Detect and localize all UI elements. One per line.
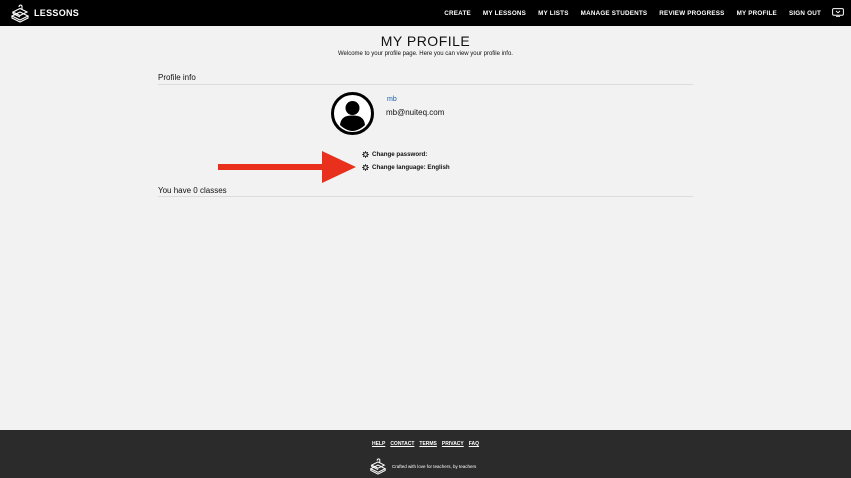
gear-icon: [362, 164, 369, 171]
nav-my-lists[interactable]: MY LISTS: [538, 10, 569, 17]
footer-link-terms[interactable]: TERMS: [419, 441, 437, 447]
change-language-label: Change language: English: [372, 164, 450, 171]
footer-links: HELP CONTACT TERMS PRIVACY FAQ: [0, 441, 851, 447]
divider: [158, 84, 693, 85]
books-logo-icon: [10, 4, 30, 23]
change-password-link[interactable]: Change password:: [362, 151, 427, 158]
tv-icon[interactable]: [832, 8, 844, 17]
footer-brand: Crafted with love for teachers, by teach…: [368, 457, 476, 475]
divider: [158, 196, 693, 197]
footer-link-privacy[interactable]: PRIVACY: [442, 441, 464, 447]
logo-text: LESSONS: [34, 8, 80, 18]
logo[interactable]: LESSONS: [10, 3, 79, 23]
footer-link-help[interactable]: HELP: [372, 441, 385, 447]
nav-my-profile[interactable]: MY PROFILE: [737, 10, 777, 17]
nav-manage-students[interactable]: MANAGE STUDENTS: [581, 10, 648, 17]
nav-sign-out[interactable]: SIGN OUT: [789, 10, 821, 17]
nav-my-lessons[interactable]: MY LESSONS: [483, 10, 526, 17]
footer-link-contact[interactable]: CONTACT: [390, 441, 414, 447]
nav-review-progress[interactable]: REVIEW PROGRESS: [659, 10, 724, 17]
change-language-link[interactable]: Change language: English: [362, 164, 450, 171]
top-navigation-bar: LESSONS CREATE MY LESSONS MY LISTS MANAG…: [0, 0, 851, 26]
nav-create[interactable]: CREATE: [444, 10, 471, 17]
books-logo-icon: [369, 458, 387, 475]
main-nav: CREATE MY LESSONS MY LISTS MANAGE STUDEN…: [432, 0, 821, 26]
profile-info-heading: Profile info: [158, 73, 196, 82]
gear-icon: [362, 151, 369, 158]
classes-count-heading: You have 0 classes: [158, 186, 227, 195]
profile-username[interactable]: mb: [387, 96, 397, 103]
footer-link-faq[interactable]: FAQ: [469, 441, 479, 447]
avatar: [331, 92, 374, 135]
red-arrow-annotation: [218, 151, 356, 183]
page-subtitle: Welcome to your profile page. Here you c…: [338, 51, 513, 57]
page-title: MY PROFILE: [380, 33, 471, 49]
change-password-label: Change password:: [372, 151, 428, 158]
footer: HELP CONTACT TERMS PRIVACY FAQ Crafted w…: [0, 430, 851, 478]
profile-email: mb@nuiteq.com: [386, 108, 445, 117]
footer-tagline: Crafted with love for teachers, by teach…: [392, 463, 477, 469]
